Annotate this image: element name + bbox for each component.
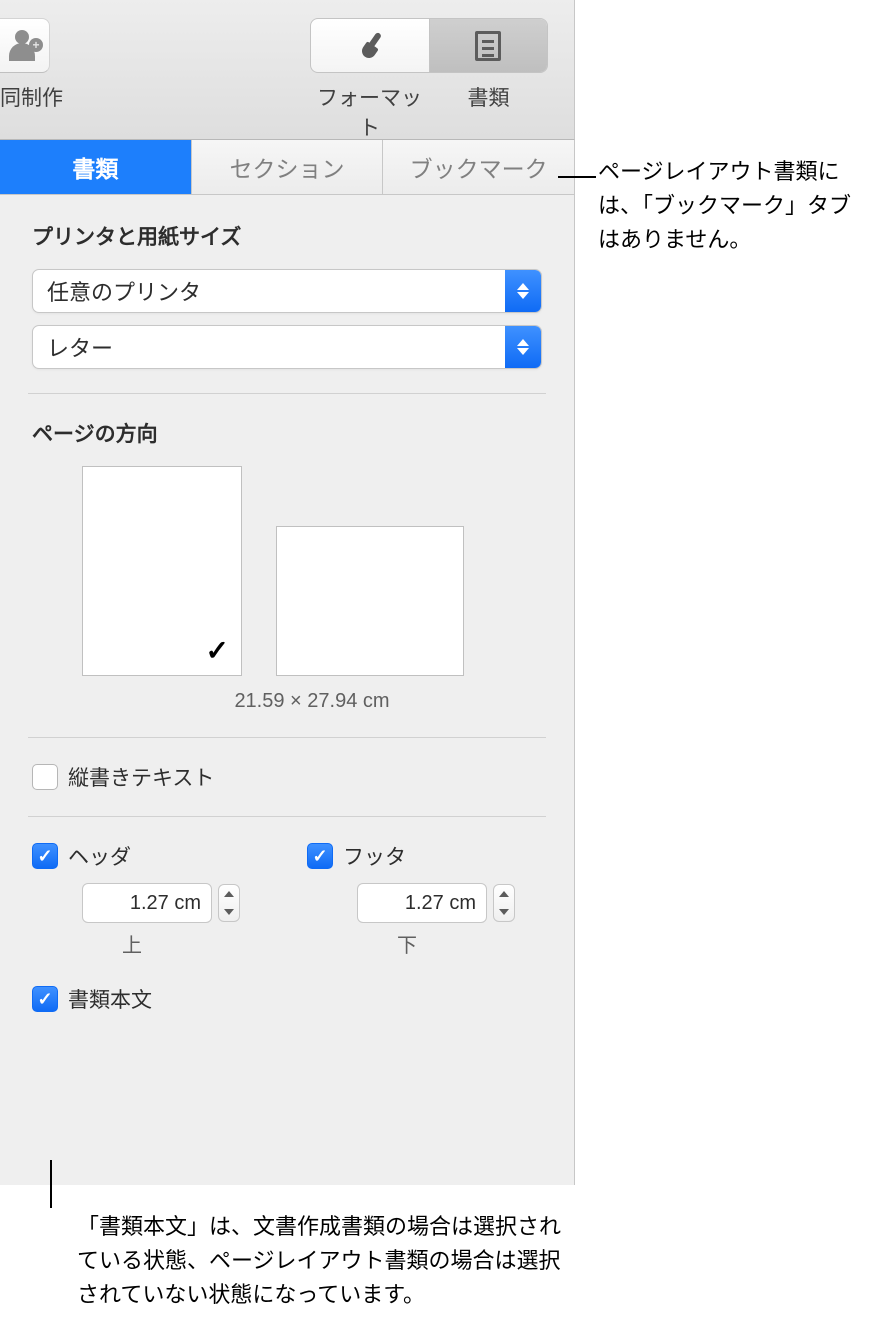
orientation-title: ページの方向 (32, 418, 542, 448)
document-body-label: 書類本文 (68, 984, 152, 1014)
person-add-icon: + (9, 28, 45, 64)
tab-bookmark[interactable]: ブックマーク (383, 140, 574, 194)
paper-size-value: レター (47, 331, 113, 363)
vertical-text-checkbox[interactable] (32, 764, 58, 790)
header-margin-input[interactable]: 1.27 cm (82, 883, 212, 923)
header-sublabel: 上 (122, 929, 267, 958)
footer-sublabel: 下 (397, 929, 542, 958)
tab-document[interactable]: 書類 (0, 140, 192, 194)
divider (28, 816, 546, 817)
vertical-text-label: 縦書きテキスト (68, 762, 214, 792)
divider (28, 393, 546, 394)
bookmark-callout: ページレイアウト書類には、「ブックマーク」タブはありません。 (598, 155, 868, 257)
inspector-mode-labels: フォーマット 書類 (310, 82, 548, 142)
callout-leader-line (50, 1160, 52, 1208)
printer-popup[interactable]: 任意のプリンタ (32, 269, 542, 313)
document-icon (475, 31, 501, 61)
printer-paper-title: プリンタと用紙サイズ (32, 221, 542, 251)
page-dimensions: 21.59 × 27.94 cm (32, 690, 542, 713)
paper-size-popup[interactable]: レター (32, 325, 542, 369)
header-label: ヘッダ (68, 841, 131, 871)
document-body-row: 書類本文 (32, 984, 542, 1014)
inspector-panel: 書類 セクション ブックマーク プリンタと用紙サイズ 任意のプリンタ レター ペ… (0, 140, 575, 1185)
document-mode-label: 書類 (429, 82, 548, 142)
header-footer-row: ヘッダ 1.27 cm 上 フッタ (32, 841, 542, 958)
format-mode-button[interactable] (311, 19, 429, 72)
document-mode-button[interactable] (429, 19, 548, 72)
divider (28, 737, 546, 738)
footer-label: フッタ (343, 841, 406, 871)
header-checkbox[interactable] (32, 843, 58, 869)
vertical-text-row: 縦書きテキスト (32, 762, 542, 792)
orientation-options: ✓ (32, 466, 542, 676)
footer-margin-value: 1.27 cm (405, 892, 476, 915)
header-margin-stepper[interactable] (218, 884, 240, 922)
inspector-tabs: 書類 セクション ブックマーク (0, 140, 574, 195)
tab-section[interactable]: セクション (192, 140, 384, 194)
inspector-mode-segmented (310, 18, 548, 73)
collaborate-label: 同制作 (0, 82, 63, 112)
brush-icon (354, 30, 386, 62)
body-callout: 「書類本文」は、文書作成書類の場合は選択されている状態、ページレイアウト書類の場… (77, 1210, 577, 1312)
footer-margin-input[interactable]: 1.27 cm (357, 883, 487, 923)
document-body-checkbox[interactable] (32, 986, 58, 1012)
toolbar: + 同制作 フォーマット 書類 (0, 0, 575, 140)
header-margin-value: 1.27 cm (130, 892, 201, 915)
footer-checkbox[interactable] (307, 843, 333, 869)
printer-popup-value: 任意のプリンタ (47, 275, 201, 307)
checkmark-icon: ✓ (206, 634, 229, 667)
popup-arrows-icon (505, 326, 541, 368)
collaborate-button[interactable]: + (0, 18, 50, 73)
format-mode-label: フォーマット (310, 82, 429, 142)
orientation-portrait[interactable]: ✓ (82, 466, 242, 676)
footer-margin-stepper[interactable] (493, 884, 515, 922)
callout-leader-line (558, 176, 596, 178)
popup-arrows-icon (505, 270, 541, 312)
orientation-landscape[interactable] (276, 526, 464, 676)
